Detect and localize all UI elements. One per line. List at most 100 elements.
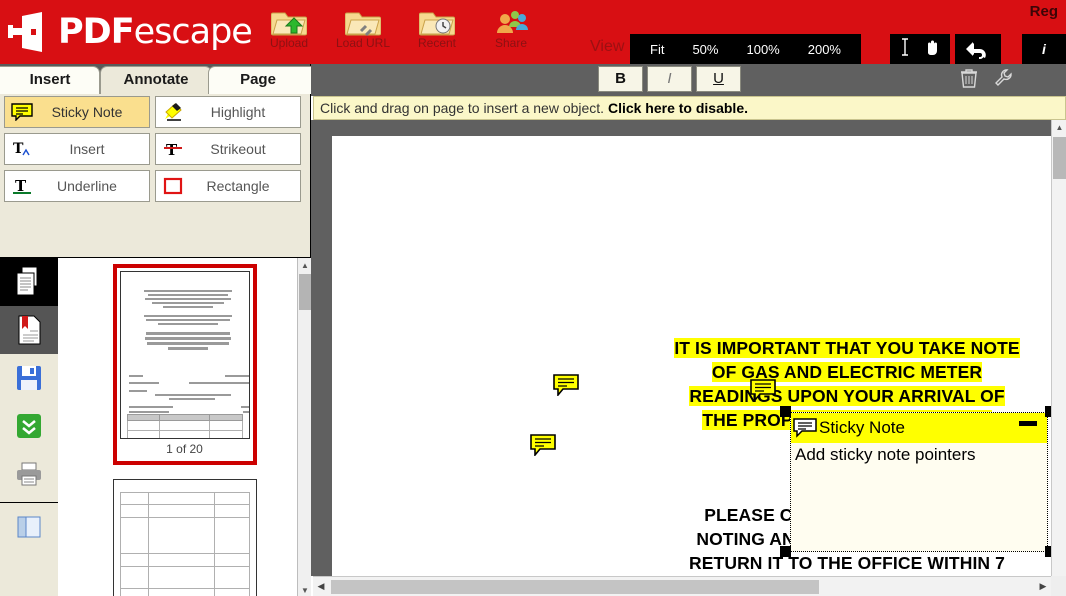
upload-folder-icon [252,4,326,40]
thumbnail-scroll-thumb[interactable] [299,274,311,310]
italic-button[interactable]: I [647,66,692,92]
info-button[interactable]: i [1022,34,1066,64]
pdfescape-logo-icon [8,12,42,52]
register-link[interactable]: Reg [1030,3,1058,20]
tool-insert[interactable]: T Insert [4,133,150,165]
placed-sticky-note-1[interactable] [553,374,579,401]
zoom-controls: Fit 50% 100% 200% [630,34,861,64]
share-button[interactable]: Share [474,2,548,50]
canvas-horizontal-scroll-thumb[interactable] [331,580,819,594]
highlighter-icon [156,102,190,122]
sticky-note-icon [5,103,39,121]
logo-text: PDFescape [58,12,253,52]
tab-page[interactable]: Page [208,66,320,94]
rail-item-bookmarks[interactable] [0,306,58,354]
bold-button[interactable]: B [598,66,643,92]
header-tool-group: Upload Load URL Recent Share [252,2,548,50]
sticky-note-icon [553,374,579,398]
undo-button[interactable] [955,34,1001,64]
tool-highlight-label: Highlight [210,104,266,120]
doc-line-1: IT IS IMPORTANT THAT YOU TAKE NOTE [674,338,1020,358]
tool-highlight[interactable]: Highlight [155,96,301,128]
tool-sticky-note[interactable]: Sticky Note [4,96,150,128]
placed-sticky-note-3[interactable] [530,434,556,461]
notice-disable-link[interactable]: Click here to disable. [608,100,748,116]
zoom-200-button[interactable]: 200% [794,38,855,61]
load-url-button[interactable]: Load URL [326,2,400,50]
left-icon-rail [0,257,58,596]
app-logo[interactable]: PDFescape [8,8,253,56]
print-icon [17,462,41,486]
thumbnail-page-caption: 1 of 20 [166,442,203,456]
underline-icon: T [5,176,39,196]
thumbnail-scrollbar[interactable]: ▲ ▼ [297,258,311,596]
pdfescape-app: PDFescape Upload Load URL Recent Share V… [0,0,1066,596]
canvas-vertical-scroll-thumb[interactable] [1053,137,1066,179]
tool-underline-label: Underline [57,178,117,194]
rail-item-print[interactable] [0,450,58,498]
annotate-tool-grid: Sticky Note Highlight T Insert T Strikeo… [4,96,307,202]
placed-sticky-note-2[interactable] [750,379,776,406]
load-url-label: Load URL [335,36,391,50]
strikeout-icon: T [156,139,190,159]
sticky-note-popup-body[interactable]: Add sticky note pointers [791,443,1047,467]
underline-button[interactable]: U [696,66,741,92]
thumbnail-page-1[interactable]: 1 of 20 [112,264,257,465]
hand-icon[interactable] [922,37,942,62]
link-folder-icon [326,4,400,40]
editor-toolbar: B I U [311,64,1066,96]
canvas-scroll-left[interactable]: ◀ [313,577,329,596]
rail-item-pages[interactable] [0,258,58,306]
scrollbar-corner [1051,576,1066,596]
editor-action-icons [960,68,1014,93]
canvas-vertical-scrollbar[interactable]: ▲ [1051,120,1066,576]
resize-handle-top-left[interactable] [780,406,791,417]
upload-button[interactable]: Upload [252,2,326,50]
clock-folder-icon [400,4,474,40]
thumbnail-panel: 1 of 20 ▲ ▼ [58,257,311,596]
wrench-icon[interactable] [994,68,1014,93]
thumbnail-scroll-down[interactable]: ▼ [298,583,311,596]
undo-icon [966,42,986,59]
view-label: View [590,38,625,55]
cursor-tool-group [890,34,950,64]
zoom-fit-button[interactable]: Fit [636,38,678,61]
rail-item-download[interactable] [0,402,58,450]
tool-rectangle[interactable]: Rectangle [155,170,301,202]
canvas-scroll-right[interactable]: ▶ [1035,577,1051,596]
download-icon [17,414,41,438]
rectangle-icon [156,176,190,196]
pages-icon [16,266,38,296]
tool-underline[interactable]: T Underline [4,170,150,202]
zoom-50-button[interactable]: 50% [678,38,732,61]
rail-item-window[interactable] [0,503,58,551]
logo-text-secondary: escape [133,12,253,52]
text-format-group: B I U [598,66,741,92]
sticky-note-popup-header[interactable]: Sticky Note [791,413,1047,443]
thumbnail-scroll-up[interactable]: ▲ [298,258,311,272]
resize-handle-bottom-left[interactable] [780,546,791,557]
canvas-scroll-up[interactable]: ▲ [1052,120,1066,135]
sticky-note-popup-title: Sticky Note [819,418,905,437]
doc-line-3: READINGS UPON YOUR ARRIVAL OF [689,386,1005,406]
text-cursor-icon[interactable] [898,37,912,62]
rail-item-save[interactable] [0,354,58,402]
tab-insert[interactable]: Insert [0,66,100,94]
insert-notice-bar[interactable]: Click and drag on page to insert a new o… [313,96,1066,120]
sidebar-tabs: Insert Annotate Page [0,64,320,94]
sticky-note-popup[interactable]: Sticky Note Add sticky note pointers [790,412,1048,552]
zoom-100-button[interactable]: 100% [732,38,793,61]
recent-label: Recent [417,36,457,50]
window-icon [17,516,41,538]
info-icon: i [1042,41,1046,57]
sticky-note-icon [530,434,556,458]
canvas-horizontal-scrollbar[interactable]: ◀ ▶ [313,576,1051,596]
tab-annotate[interactable]: Annotate [100,66,212,94]
tool-insert-label: Insert [69,141,105,157]
recent-button[interactable]: Recent [400,2,474,50]
thumbnail-page-2[interactable] [112,479,257,596]
sticky-note-minimize-button[interactable] [1019,421,1037,426]
thumbnail-page-1-preview [119,271,250,439]
trash-icon[interactable] [960,68,978,93]
tool-strikeout[interactable]: T Strikeout [155,133,301,165]
